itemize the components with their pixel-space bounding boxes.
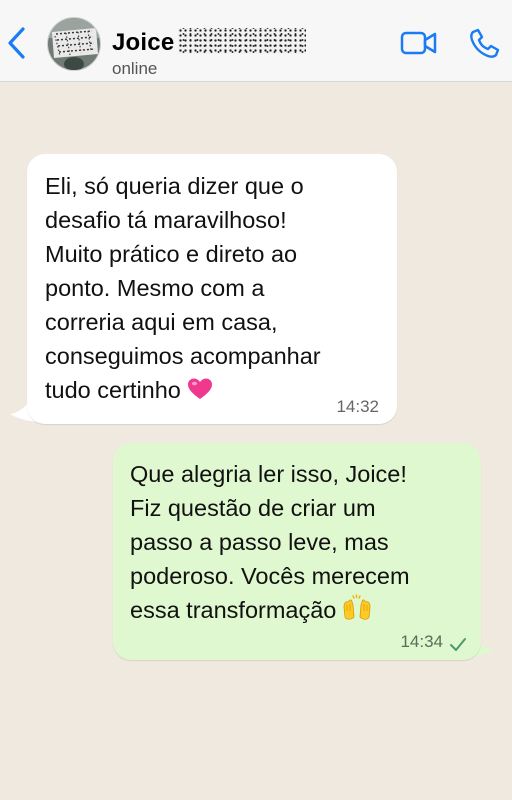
incoming-message-text: Eli, só queria dizer que o desafio tá ma… bbox=[45, 169, 321, 407]
message-line-last: tudo certinho bbox=[45, 373, 321, 407]
message-line: poderoso. Vocês merecem bbox=[130, 563, 410, 589]
sent-check-icon bbox=[450, 638, 466, 651]
contact-name-text: Joice bbox=[112, 29, 175, 56]
contact-status: online bbox=[112, 59, 158, 78]
avatar-photo bbox=[48, 18, 100, 70]
message-line: correria aqui em casa, bbox=[45, 309, 278, 335]
video-camera-icon bbox=[400, 31, 437, 55]
message-timestamp: 14:32 bbox=[336, 397, 379, 416]
pink-heart-emoji bbox=[187, 378, 212, 399]
raising-hands-emoji bbox=[343, 594, 371, 620]
outgoing-message-bubble[interactable]: Que alegria ler isso, Joice! Fiz questão… bbox=[113, 443, 481, 660]
contact-name[interactable]: Joice bbox=[112, 28, 307, 57]
message-line: conseguimos acompanhar bbox=[45, 343, 321, 369]
message-line: passo a passo leve, mas bbox=[130, 529, 389, 555]
message-line: ponto. Mesmo com a bbox=[45, 275, 265, 301]
outgoing-message-text: Que alegria ler isso, Joice! Fiz questão… bbox=[130, 457, 410, 627]
message-line: desafio tá maravilhoso! bbox=[45, 207, 287, 233]
message-timestamp: 14:34 bbox=[400, 632, 443, 651]
chat-header: Joice online bbox=[0, 0, 512, 82]
back-button[interactable] bbox=[4, 24, 30, 62]
message-line: tudo certinho bbox=[45, 377, 181, 403]
message-line: Que alegria ler isso, Joice! bbox=[130, 461, 407, 487]
message-line-last: essa transformação bbox=[130, 593, 410, 627]
message-line: essa transformação bbox=[130, 597, 337, 623]
message-line: Muito prático e direto ao bbox=[45, 241, 298, 267]
voice-call-button[interactable] bbox=[469, 27, 501, 59]
message-line: Eli, só queria dizer que o bbox=[45, 173, 304, 199]
phone-icon bbox=[470, 28, 500, 58]
video-call-button[interactable] bbox=[400, 30, 438, 56]
redacted-surname bbox=[178, 28, 307, 54]
incoming-message-bubble[interactable]: Eli, só queria dizer que o desafio tá ma… bbox=[27, 154, 397, 424]
contact-avatar[interactable] bbox=[47, 17, 101, 71]
message-line: Fiz questão de criar um bbox=[130, 495, 376, 521]
chevron-left-icon bbox=[8, 27, 25, 59]
